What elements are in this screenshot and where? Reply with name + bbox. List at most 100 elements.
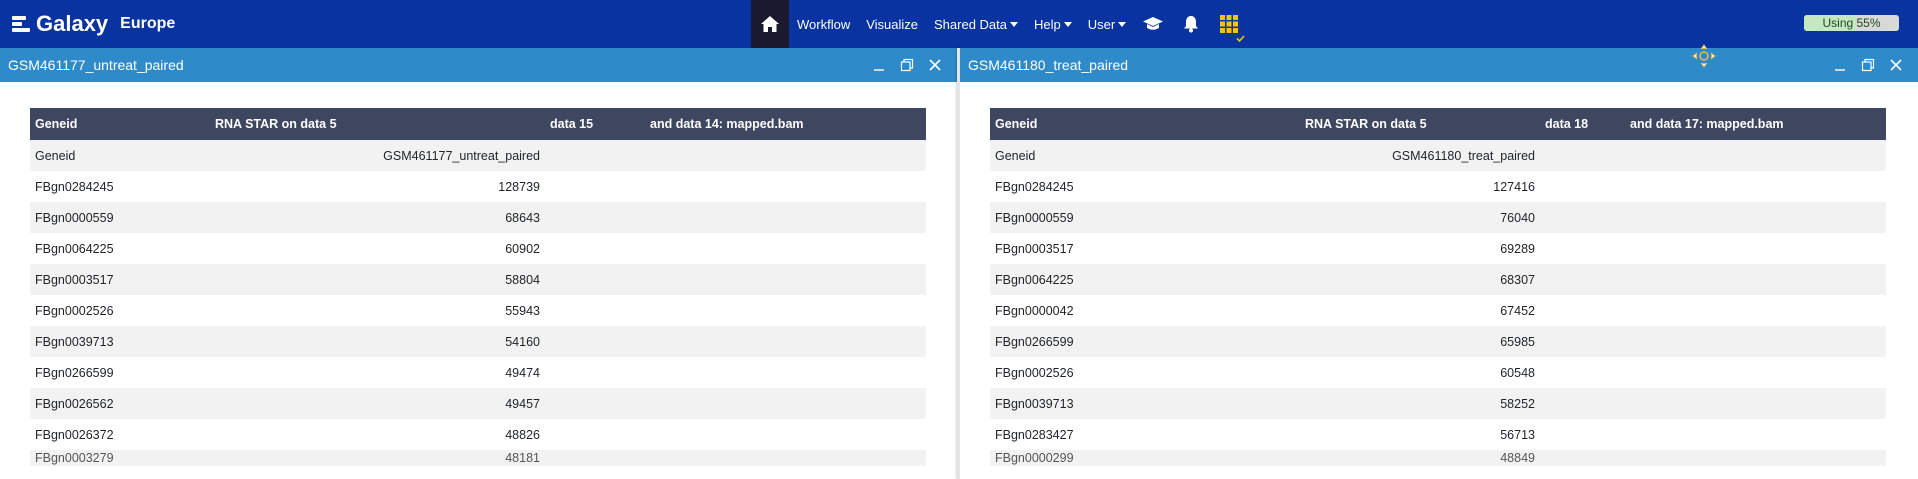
table-row: FBgn0266599 49474 xyxy=(30,357,926,388)
nav-workflow[interactable]: Workflow xyxy=(789,0,858,48)
window-right-titlebar[interactable]: GSM461180_treat_paired xyxy=(960,48,1918,82)
minimize-button[interactable] xyxy=(1826,48,1854,82)
count-cell: 128739 xyxy=(210,171,545,202)
chevron-down-icon xyxy=(1118,21,1127,27)
gene-id-cell: FBgn0026372 xyxy=(30,419,210,450)
brand-subtitle: Europe xyxy=(120,15,176,32)
column-header[interactable]: RNA STAR on data 5 xyxy=(210,108,545,140)
grid-icon xyxy=(1220,15,1239,33)
empty-cell xyxy=(1625,450,1886,466)
gene-id-cell: FBgn0039713 xyxy=(30,326,210,357)
empty-cell xyxy=(1625,171,1886,202)
home-button[interactable] xyxy=(751,0,789,48)
table-row: FBgn0003279 48181 xyxy=(30,450,926,466)
minimize-button[interactable] xyxy=(865,48,893,82)
empty-cell xyxy=(545,140,645,171)
gene-id-cell: FBgn0002526 xyxy=(30,295,210,326)
column-header[interactable]: data 18 xyxy=(1540,108,1625,140)
home-icon xyxy=(761,16,779,32)
training-button[interactable] xyxy=(1134,0,1172,48)
gene-id-cell: FBgn0000559 xyxy=(990,202,1300,233)
count-cell: 60902 xyxy=(210,233,545,264)
gene-id-cell: Geneid xyxy=(990,140,1300,171)
notifications-button[interactable] xyxy=(1172,0,1210,48)
table-row: FBgn0266599 65985 xyxy=(990,326,1886,357)
empty-cell xyxy=(645,233,926,264)
count-cell: 76040 xyxy=(1300,202,1540,233)
close-button[interactable] xyxy=(921,48,949,82)
count-cell: 48826 xyxy=(210,419,545,450)
empty-cell xyxy=(645,357,926,388)
table-row: Geneid GSM461180_treat_paired xyxy=(990,140,1886,171)
empty-cell xyxy=(645,140,926,171)
table-header-row: Geneid RNA STAR on data 5 data 15 and da… xyxy=(30,108,926,140)
count-cell: 69289 xyxy=(1300,233,1540,264)
nav-user[interactable]: User xyxy=(1080,0,1134,48)
empty-cell xyxy=(645,450,926,466)
empty-cell xyxy=(1540,419,1625,450)
empty-cell xyxy=(1540,171,1625,202)
empty-cell xyxy=(1540,202,1625,233)
nav-visualize[interactable]: Visualize xyxy=(858,0,926,48)
count-cell: 65985 xyxy=(1300,326,1540,357)
move-icon[interactable] xyxy=(1692,44,1716,68)
column-header[interactable]: RNA STAR on data 5 xyxy=(1300,108,1540,140)
left-counts-table: Geneid RNA STAR on data 5 data 15 and da… xyxy=(30,108,926,466)
gene-id-cell: FBgn0003517 xyxy=(30,264,210,295)
count-cell: 56713 xyxy=(1300,419,1540,450)
apps-grid-button[interactable] xyxy=(1210,0,1248,48)
count-cell: GSM461180_treat_paired xyxy=(1300,140,1540,171)
quota-meter[interactable]: Using 55% xyxy=(1804,15,1899,31)
brand-link[interactable]: Galaxy Europe xyxy=(0,0,175,48)
count-cell: 60548 xyxy=(1300,357,1540,388)
empty-cell xyxy=(1625,326,1886,357)
table-row: FBgn0064225 60902 xyxy=(30,233,926,264)
quota-label: Using 55% xyxy=(1822,16,1881,30)
count-cell: 48181 xyxy=(210,450,545,466)
window-left-titlebar[interactable]: GSM461177_untreat_paired xyxy=(0,48,957,82)
table-row: FBgn0284245 127416 xyxy=(990,171,1886,202)
gene-id-cell: FBgn0064225 xyxy=(30,233,210,264)
empty-cell xyxy=(545,171,645,202)
column-header[interactable]: and data 14: mapped.bam xyxy=(645,108,926,140)
bell-icon xyxy=(1184,16,1199,33)
table-row: FBgn0003517 58804 xyxy=(30,264,926,295)
check-icon xyxy=(1236,35,1245,42)
column-header[interactable]: Geneid xyxy=(30,108,210,140)
gene-id-cell: FBgn0039713 xyxy=(990,388,1300,419)
window-right-title: GSM461180_treat_paired xyxy=(968,57,1129,73)
gene-id-cell: FBgn0266599 xyxy=(990,326,1300,357)
maximize-button[interactable] xyxy=(893,48,921,82)
empty-cell xyxy=(545,419,645,450)
nav-visualize-label: Visualize xyxy=(866,16,919,32)
maximize-icon xyxy=(900,58,914,72)
gene-id-cell: FBgn0003279 xyxy=(30,450,210,466)
column-header[interactable]: data 15 xyxy=(545,108,645,140)
nav-shared-data[interactable]: Shared Data xyxy=(926,0,1026,48)
table-row: FBgn0000559 68643 xyxy=(30,202,926,233)
empty-cell xyxy=(1625,202,1886,233)
empty-cell xyxy=(545,202,645,233)
empty-cell xyxy=(645,171,926,202)
table-row: FBgn0002526 60548 xyxy=(990,357,1886,388)
gene-id-cell: FBgn0284245 xyxy=(990,171,1300,202)
table-row: FBgn0039713 58252 xyxy=(990,388,1886,419)
empty-cell xyxy=(645,202,926,233)
brand-name: Galaxy xyxy=(36,11,109,36)
minimize-icon xyxy=(1835,69,1845,71)
right-counts-table: Geneid RNA STAR on data 5 data 18 and da… xyxy=(990,108,1886,466)
close-button[interactable] xyxy=(1882,48,1910,82)
empty-cell xyxy=(1625,233,1886,264)
empty-cell xyxy=(1540,357,1625,388)
table-row: FBgn0000299 48849 xyxy=(990,450,1886,466)
column-header[interactable]: and data 17: mapped.bam xyxy=(1625,108,1886,140)
table-row: FBgn0000042 67452 xyxy=(990,295,1886,326)
nav-help[interactable]: Help xyxy=(1026,0,1080,48)
column-header[interactable]: Geneid xyxy=(990,108,1300,140)
gene-id-cell: FBgn0266599 xyxy=(30,357,210,388)
table-row: FBgn0283427 56713 xyxy=(990,419,1886,450)
gene-id-cell: FBgn0003517 xyxy=(990,233,1300,264)
count-cell: 127416 xyxy=(1300,171,1540,202)
nav-user-label: User xyxy=(1087,16,1116,32)
maximize-button[interactable] xyxy=(1854,48,1882,82)
